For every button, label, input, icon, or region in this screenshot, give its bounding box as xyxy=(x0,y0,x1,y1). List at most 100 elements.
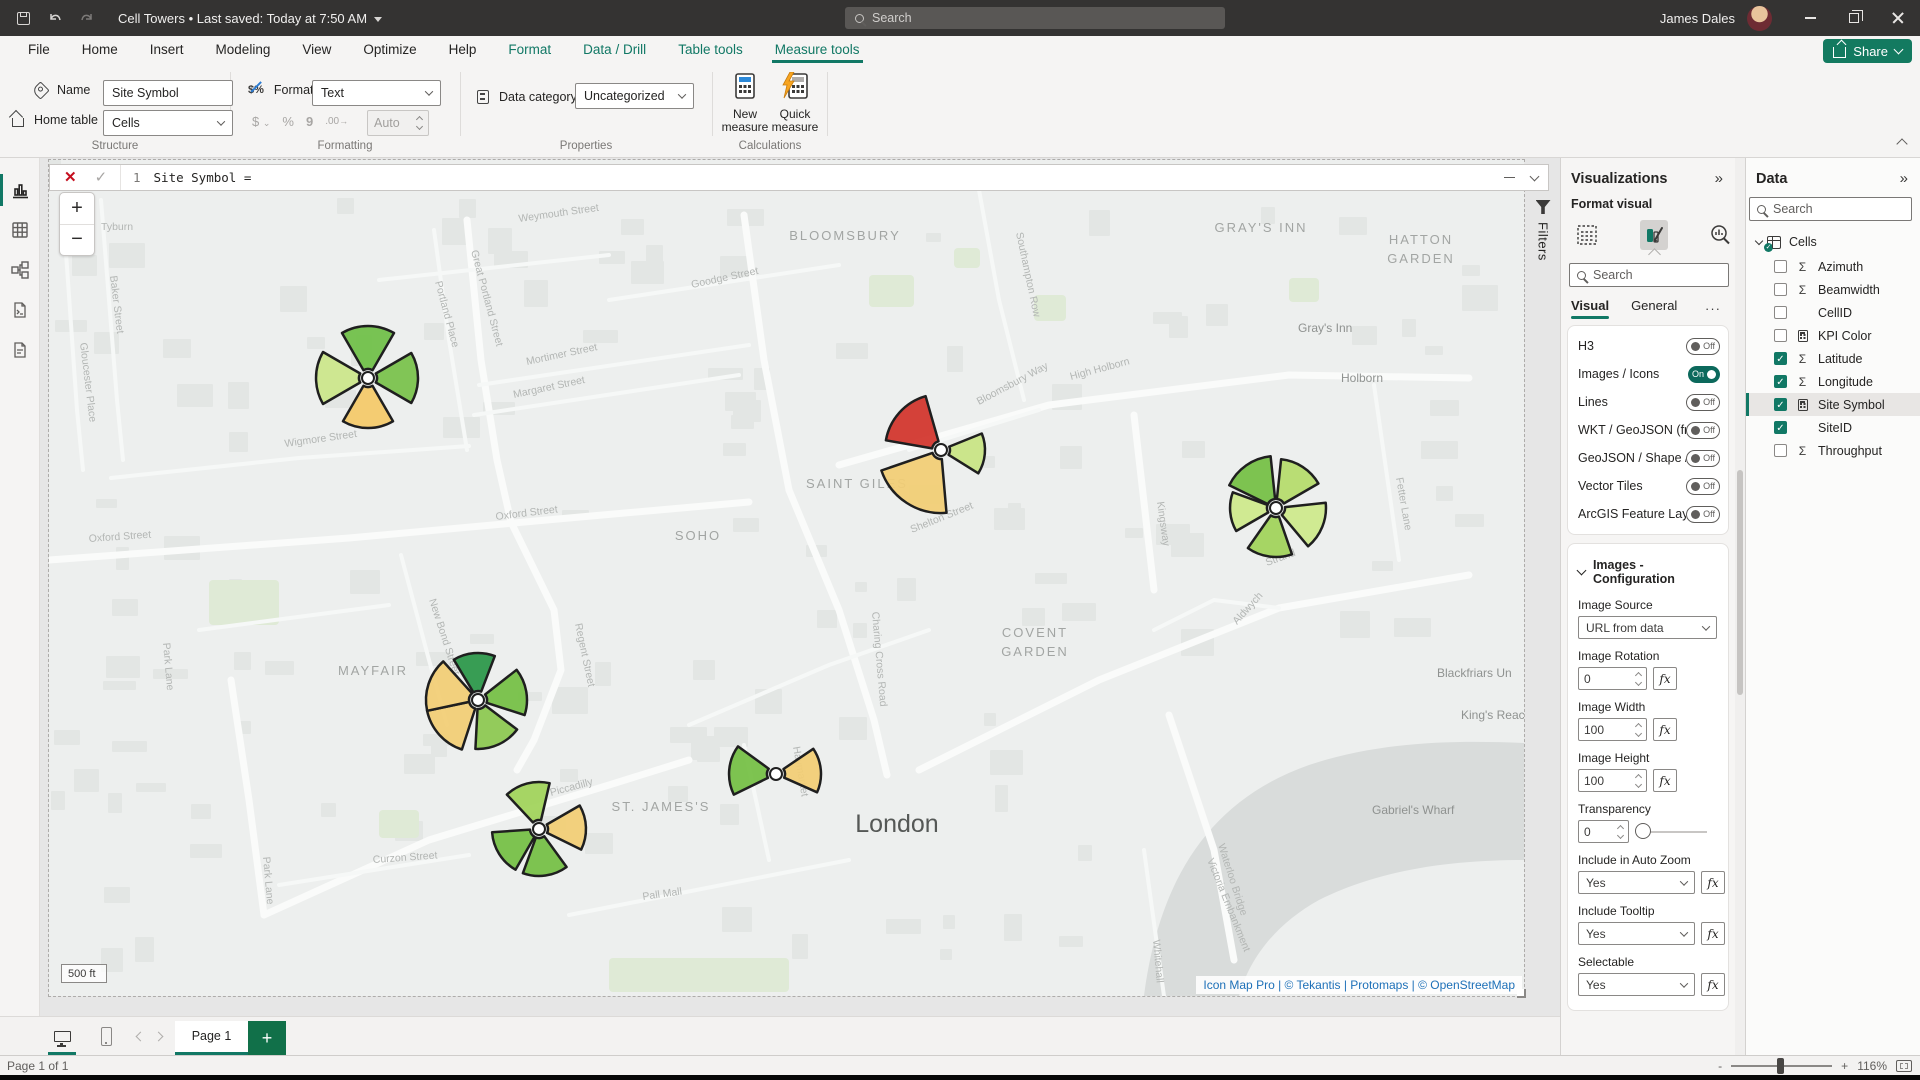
toggle-wkt-geojson-fr[interactable]: Off xyxy=(1686,422,1720,439)
filters-pane-collapsed[interactable]: Filters xyxy=(1530,200,1556,261)
spinner-down-icon[interactable] xyxy=(1635,678,1642,685)
menu-tab-format[interactable]: Format xyxy=(492,36,567,64)
measure-name-input[interactable]: Site Symbol xyxy=(103,80,233,106)
toggle-geojson-shape[interactable]: Off xyxy=(1686,450,1720,467)
toggle-arcgis-feature-layer[interactable]: Off xyxy=(1686,506,1720,523)
toggle-vector-tiles[interactable]: Off xyxy=(1686,478,1720,495)
checkbox-latitude[interactable]: ✓ xyxy=(1774,352,1787,365)
save-icon[interactable] xyxy=(14,9,32,27)
menu-tab-insert[interactable]: Insert xyxy=(134,36,200,64)
fx-button-image-rotation[interactable]: fx xyxy=(1653,667,1677,690)
spinner-transparency[interactable]: 0 xyxy=(1578,820,1629,843)
field-row-siteid[interactable]: ✓SiteID xyxy=(1746,416,1920,439)
spinner-image-rotation[interactable]: 0 xyxy=(1578,667,1647,690)
checkbox-site-symbol[interactable]: ✓ xyxy=(1774,398,1787,411)
checkbox-kpi-color[interactable] xyxy=(1774,329,1787,342)
tab-general[interactable]: General xyxy=(1631,298,1677,319)
fx-button-image-height[interactable]: fx xyxy=(1653,769,1677,792)
checkbox-beamwidth[interactable] xyxy=(1774,283,1787,296)
dropdown-image-source[interactable]: URL from data xyxy=(1578,616,1717,639)
document-title[interactable]: Cell Towers • Last saved: Today at 7:50 … xyxy=(118,11,382,26)
desktop-layout-button[interactable] xyxy=(49,1023,75,1049)
table-view-button[interactable] xyxy=(0,210,40,250)
quick-measure-button[interactable]: Quickmeasure xyxy=(766,72,824,134)
cancel-formula-icon[interactable]: ✕ xyxy=(64,170,77,185)
map-attribution-links[interactable]: Icon Map Pro | © Tekantis | Protomaps | … xyxy=(1196,976,1522,994)
menu-tab-help[interactable]: Help xyxy=(433,36,493,64)
next-page-button[interactable] xyxy=(149,1023,167,1049)
images-configuration-header[interactable]: Images - Configuration xyxy=(1568,550,1728,588)
thousands-separator-icon[interactable]: 9 xyxy=(306,114,313,129)
avatar[interactable] xyxy=(1747,6,1772,31)
close-button[interactable] xyxy=(1876,0,1920,36)
collapse-data-pane-icon[interactable]: » xyxy=(1900,170,1908,187)
fx-button-selectable[interactable]: fx xyxy=(1701,973,1725,996)
spinner-down-icon[interactable] xyxy=(1617,831,1624,838)
data-category-dropdown[interactable]: Uncategorized xyxy=(575,83,694,109)
checkbox-cellid[interactable] xyxy=(1774,306,1787,319)
page-tab-page1[interactable]: Page 1 xyxy=(175,1021,248,1056)
zoom-slider[interactable] xyxy=(1731,1059,1832,1073)
field-row-latitude[interactable]: ✓ΣLatitude xyxy=(1746,347,1920,370)
build-visual-button[interactable] xyxy=(1573,220,1602,250)
decimal-auto-spinner[interactable]: Auto xyxy=(367,110,429,136)
field-row-azimuth[interactable]: ΣAzimuth xyxy=(1746,255,1920,278)
add-page-button[interactable]: + xyxy=(248,1021,286,1056)
menu-tab-file[interactable]: File xyxy=(12,36,66,64)
spinner-up-icon[interactable] xyxy=(1635,722,1642,729)
field-row-beamwidth[interactable]: ΣBeamwidth xyxy=(1746,278,1920,301)
menu-tab-modeling[interactable]: Modeling xyxy=(200,36,287,64)
slider-transparency[interactable] xyxy=(1635,820,1707,843)
zoom-out-button[interactable]: - xyxy=(1718,1059,1722,1073)
field-row-throughput[interactable]: ΣThroughput xyxy=(1746,439,1920,462)
collapse-ribbon-icon[interactable] xyxy=(1896,138,1907,149)
menu-tab-home[interactable]: Home xyxy=(66,36,134,64)
checkbox-siteid[interactable]: ✓ xyxy=(1774,421,1787,434)
previous-page-button[interactable] xyxy=(131,1023,149,1049)
spinner-up-icon[interactable] xyxy=(1635,671,1642,678)
redo-icon[interactable] xyxy=(78,9,96,27)
dax-formula-bar[interactable]: ✕ ✓ 1 Site Symbol = xyxy=(49,164,1549,191)
currency-format-icon[interactable]: $ ⌄ xyxy=(252,114,270,129)
checkbox-azimuth[interactable] xyxy=(1774,260,1787,273)
zoom-in-button[interactable]: + xyxy=(1841,1059,1848,1073)
menu-tab-view[interactable]: View xyxy=(286,36,347,64)
fx-button-include-tooltip[interactable]: fx xyxy=(1701,922,1725,945)
global-search-input[interactable]: Search xyxy=(845,7,1225,29)
fit-to-page-icon[interactable] xyxy=(1896,1060,1912,1072)
share-button[interactable]: Share xyxy=(1823,39,1912,63)
percent-format-icon[interactable]: % xyxy=(282,114,294,129)
slider-knob[interactable] xyxy=(1635,823,1651,839)
dropdown-include-tooltip[interactable]: Yes xyxy=(1578,922,1695,945)
home-table-dropdown[interactable]: Cells xyxy=(103,110,233,136)
analytics-button[interactable] xyxy=(1706,220,1735,250)
spinner-down-icon[interactable] xyxy=(1635,729,1642,736)
spinner-image-width[interactable]: 100 xyxy=(1578,718,1647,741)
format-dropdown[interactable]: Text xyxy=(312,80,441,106)
tmdl-view-button[interactable] xyxy=(0,330,40,370)
menu-tab-table-tools[interactable]: Table tools xyxy=(662,36,759,64)
format-visual-button[interactable] xyxy=(1640,220,1669,250)
tab-visual[interactable]: Visual xyxy=(1571,298,1609,319)
expand-table-chevron-icon[interactable] xyxy=(1755,237,1763,245)
menu-tab-measure-tools[interactable]: Measure tools xyxy=(759,36,876,64)
dropdown-include-in-auto-zoom[interactable]: Yes xyxy=(1578,871,1695,894)
spinner-up-icon[interactable] xyxy=(1635,773,1642,780)
decimal-places-icon[interactable]: .00→ xyxy=(325,116,348,127)
mobile-layout-button[interactable] xyxy=(93,1023,119,1049)
user-name[interactable]: James Dales xyxy=(1660,11,1735,26)
formula-expression[interactable]: Site Symbol = xyxy=(154,170,252,185)
field-row-cellid[interactable]: CellID xyxy=(1746,301,1920,324)
undo-icon[interactable] xyxy=(46,9,64,27)
expand-formula-bar-icon[interactable] xyxy=(1530,171,1540,181)
fx-button-image-width[interactable]: fx xyxy=(1653,718,1677,741)
map-zoom-out-button[interactable]: − xyxy=(60,225,94,256)
table-cells-node[interactable]: ✓ Cells xyxy=(1746,221,1920,249)
toggle-h3[interactable]: Off xyxy=(1686,338,1720,355)
toggle-images-icons[interactable]: On xyxy=(1688,366,1720,383)
report-view-button[interactable] xyxy=(0,170,40,210)
menu-tab-data-drill[interactable]: Data / Drill xyxy=(567,36,662,64)
map-zoom-in-button[interactable]: + xyxy=(60,193,94,225)
checkbox-throughput[interactable] xyxy=(1774,444,1787,457)
toggle-lines[interactable]: Off xyxy=(1686,394,1720,411)
